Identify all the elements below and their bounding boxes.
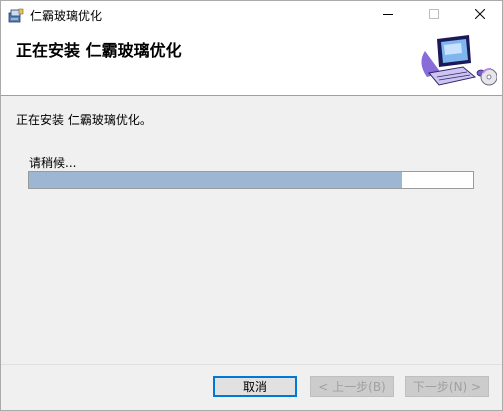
installer-window: 仁霸玻璃优化 正在安装 仁霸玻璃优化 正在安装 仁霸玻璃优化。 请稍候... 取…	[0, 0, 503, 411]
close-button[interactable]	[457, 1, 502, 29]
minimize-icon	[383, 7, 393, 23]
install-progress-bar	[28, 171, 474, 189]
installer-app-icon	[8, 7, 24, 23]
cancel-button[interactable]: 取消	[213, 376, 297, 397]
close-icon	[474, 7, 486, 23]
next-button[interactable]: 下一步(N) >	[405, 376, 489, 397]
minimize-button[interactable]	[365, 1, 411, 29]
maximize-button[interactable]	[411, 1, 457, 29]
computer-setup-icon	[411, 33, 498, 89]
please-wait-label: 请稍候...	[29, 156, 77, 170]
window-title: 仁霸玻璃优化	[30, 9, 103, 23]
page-title: 正在安装 仁霸玻璃优化	[16, 41, 182, 60]
back-button[interactable]: < 上一步(B)	[310, 376, 394, 397]
maximize-icon	[429, 7, 439, 23]
install-status-text: 正在安装 仁霸玻璃优化。	[16, 113, 152, 127]
banner-header: 正在安装 仁霸玻璃优化	[1, 29, 502, 96]
footer-divider	[1, 364, 502, 365]
title-bar[interactable]: 仁霸玻璃优化	[1, 1, 502, 29]
progress-fill	[29, 172, 402, 188]
